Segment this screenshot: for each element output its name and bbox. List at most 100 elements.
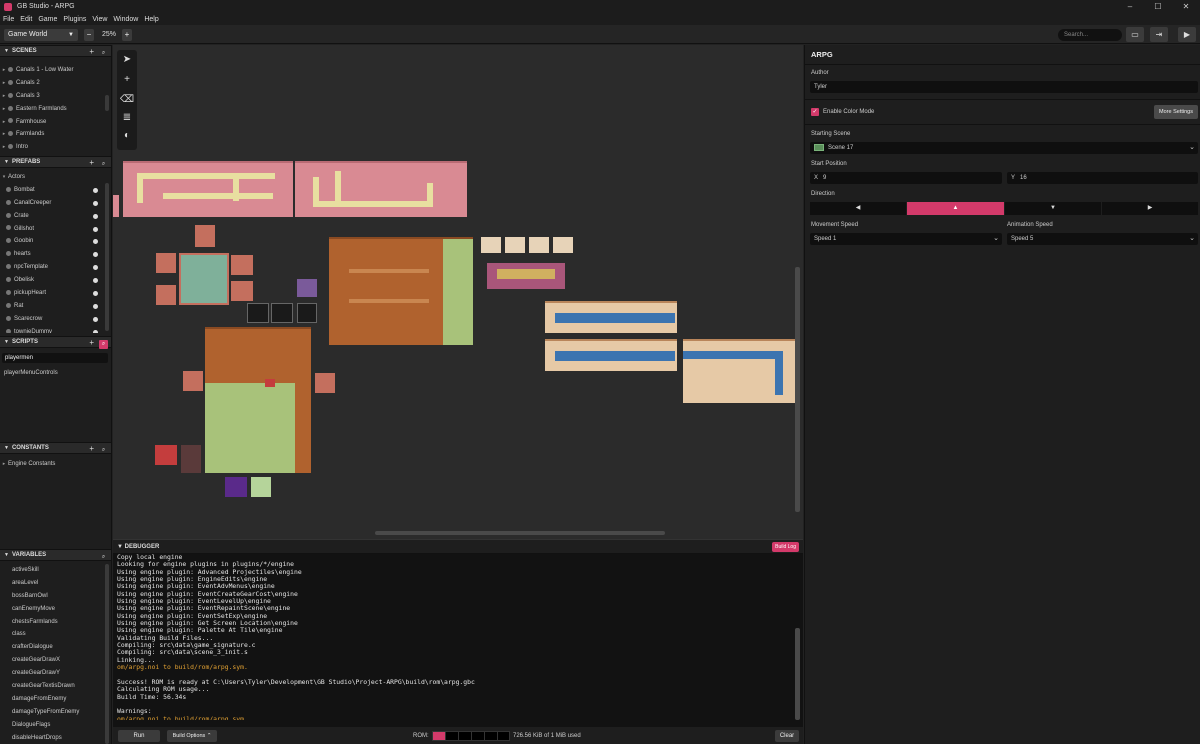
scene-thumbnail[interactable]	[329, 237, 473, 345]
prefabs-header[interactable]: ▼ PREFABS + ⌕	[0, 156, 111, 169]
scene-thumbnail[interactable]	[205, 327, 311, 473]
add-scene-button[interactable]: +	[89, 47, 94, 56]
add-instance-icon[interactable]	[93, 187, 98, 193]
search-icon[interactable]: ⌕	[99, 160, 108, 169]
zoom-in-button[interactable]: +	[122, 29, 132, 41]
add-instance-icon[interactable]	[93, 291, 98, 297]
direction-left-button[interactable]: ◀	[810, 202, 906, 215]
prefab-list-item[interactable]: Obelisk	[0, 274, 106, 287]
close-icon[interactable]: ✕	[1172, 0, 1200, 13]
prefab-folder[interactable]: ▾ Actors	[0, 171, 106, 184]
scene-thumbnail[interactable]	[683, 339, 795, 403]
prefab-list-item[interactable]: CanalCreeper	[0, 197, 106, 210]
variable-list-item[interactable]: createGearDrawX	[0, 654, 106, 667]
scene-thumbnail[interactable]	[487, 263, 565, 289]
search-input[interactable]: Search...	[1058, 29, 1122, 41]
variable-list-item[interactable]: areaLevel	[0, 577, 106, 590]
scene-thumbnail[interactable]	[156, 285, 176, 305]
variable-list-item[interactable]: damageTypeFromEnemy	[0, 706, 106, 719]
scene-thumbnail[interactable]	[553, 237, 573, 253]
variable-list-item[interactable]: createGearTextisDrawn	[0, 680, 106, 693]
color-mode-checkbox[interactable]: ✓	[811, 108, 819, 116]
menu-file[interactable]: File	[3, 16, 14, 23]
add-tool-icon[interactable]: +	[117, 74, 137, 85]
add-instance-icon[interactable]	[93, 265, 98, 271]
scene-list-item[interactable]: ▸ Canals 3	[0, 90, 106, 103]
menu-view[interactable]: View	[92, 16, 107, 23]
scene-thumbnail[interactable]	[297, 303, 317, 323]
add-instance-icon[interactable]	[93, 252, 98, 258]
scene-thumbnail[interactable]	[251, 477, 271, 497]
add-constant-button[interactable]: +	[89, 444, 94, 453]
prefab-list-item[interactable]: Goobin	[0, 235, 106, 248]
prefab-list-item[interactable]: Crate	[0, 210, 106, 223]
scene-thumbnail[interactable]	[481, 237, 501, 253]
prefabs-scrollbar[interactable]	[105, 183, 109, 331]
scene-thumbnail[interactable]	[505, 237, 525, 253]
menu-help[interactable]: Help	[144, 16, 158, 23]
scene-thumbnail[interactable]	[231, 281, 253, 301]
world-select[interactable]: Game World ▼	[4, 29, 78, 41]
movement-speed-select[interactable]: Speed 1 ⌄	[810, 233, 1002, 245]
maximize-icon[interactable]: ☐	[1144, 0, 1172, 13]
world-canvas[interactable]: ➤ + ⌫ ≣ ◐	[113, 45, 803, 539]
scene-list-item[interactable]: ▸ Canals 1 - Low Water	[0, 64, 106, 77]
scene-thumbnail[interactable]	[529, 237, 549, 253]
prefab-list-item[interactable]: Bombat	[0, 184, 106, 197]
prefab-list-item[interactable]: pickupHeart	[0, 287, 106, 300]
scene-thumbnail[interactable]	[225, 477, 247, 497]
script-search-input[interactable]: playermen	[2, 353, 108, 363]
zoom-out-button[interactable]: −	[84, 29, 94, 41]
scene-thumbnail[interactable]	[183, 371, 203, 391]
add-instance-icon[interactable]	[93, 239, 98, 245]
color-tool-icon[interactable]: ◐	[117, 130, 137, 141]
direction-right-button[interactable]: ▶	[1102, 202, 1198, 215]
scene-thumbnail[interactable]	[231, 255, 253, 275]
variables-scrollbar[interactable]	[105, 564, 109, 744]
variable-list-item[interactable]: DialogueFlags	[0, 719, 106, 732]
scene-thumbnail[interactable]	[297, 279, 317, 297]
prefab-list-item[interactable]: npcTemplate	[0, 261, 106, 274]
variable-list-item[interactable]: class	[0, 628, 106, 641]
search-icon[interactable]: ⌕	[99, 49, 108, 58]
direction-down-button[interactable]: ▼	[1005, 202, 1101, 215]
author-field[interactable]: Tyler	[810, 81, 1198, 93]
open-folder-button[interactable]: ▭	[1126, 27, 1144, 42]
start-y-field[interactable]: Y 16	[1007, 172, 1198, 184]
scene-thumbnail[interactable]	[156, 253, 176, 273]
scene-thumbnail[interactable]	[271, 303, 293, 323]
add-prefab-button[interactable]: +	[89, 158, 94, 167]
add-instance-icon[interactable]	[93, 278, 98, 284]
start-x-field[interactable]: X 9	[810, 172, 1002, 184]
variable-list-item[interactable]: canEnemyMove	[0, 603, 106, 616]
export-button[interactable]: ⇥	[1150, 27, 1168, 42]
search-icon[interactable]: ⌕	[99, 340, 108, 349]
variable-list-item[interactable]: damageFromEnemy	[0, 693, 106, 706]
more-settings-button[interactable]: More Settings	[1154, 105, 1198, 119]
menu-plugins[interactable]: Plugins	[63, 16, 86, 23]
search-icon[interactable]: ⌕	[99, 446, 108, 455]
prefab-list-item[interactable]: Gillshot	[0, 223, 106, 236]
collision-tool-icon[interactable]: ≣	[117, 112, 137, 123]
canvas-horizontal-scrollbar[interactable]	[375, 531, 665, 535]
direction-up-button[interactable]: ▲	[907, 202, 1004, 215]
variable-list-item[interactable]: crafterDialogue	[0, 641, 106, 654]
select-tool-icon[interactable]: ➤	[117, 54, 137, 65]
constants-header[interactable]: ▼ CONSTANTS + ⌕	[0, 442, 111, 455]
variable-list-item[interactable]: disableHeartDrops	[0, 732, 106, 744]
menu-edit[interactable]: Edit	[20, 16, 32, 23]
constant-list-item[interactable]: ▸ Engine Constants	[0, 458, 106, 471]
play-button[interactable]: ▶	[1178, 27, 1196, 42]
scene-list-item[interactable]: ▸ Intro	[0, 141, 106, 154]
scene-list-item[interactable]: ▸ Farmhouse	[0, 116, 106, 129]
add-instance-icon[interactable]	[93, 213, 98, 219]
scenes-scrollbar[interactable]	[105, 95, 109, 111]
variable-list-item[interactable]: bossBarnOwl	[0, 590, 106, 603]
eraser-tool-icon[interactable]: ⌫	[117, 94, 137, 105]
prefab-list-item[interactable]: townieDummy	[0, 326, 106, 333]
scene-thumbnail[interactable]	[113, 195, 119, 217]
prefab-list-item[interactable]: hearts	[0, 248, 106, 261]
scene-thumbnail[interactable]	[179, 253, 229, 305]
variable-list-item[interactable]: createGearDrawY	[0, 667, 106, 680]
scene-thumbnail[interactable]	[195, 225, 215, 247]
